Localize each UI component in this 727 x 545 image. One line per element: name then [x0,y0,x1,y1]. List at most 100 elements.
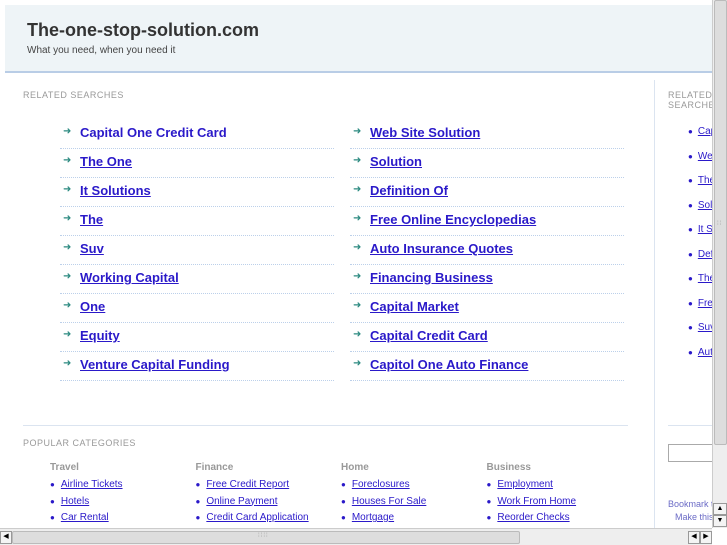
sidebar-item: ● Solution [688,200,712,211]
arrow-icon: ➜ [63,155,72,166]
related-search-link[interactable]: Capital Market [370,299,459,314]
related-search-link[interactable]: Working Capital [80,270,179,285]
arrow-icon: ➜ [353,358,362,369]
bullet-icon: ● [195,496,201,506]
related-search-link[interactable]: One [80,299,105,314]
category-link[interactable]: Foreclosures [352,479,410,490]
related-search-item: ➜ Capitol One Auto Finance [350,352,624,381]
related-search-link[interactable]: Capitol One Auto Finance [370,357,528,372]
related-search-item: ➜ Working Capital [60,265,334,294]
related-search-link[interactable]: Capital Credit Card [370,328,488,343]
sidebar-link[interactable]: Definition Of [698,249,712,260]
related-search-link[interactable]: Definition Of [370,183,448,198]
sidebar-link[interactable]: Capital One Credit Card [698,126,712,137]
bullet-icon: ● [195,480,201,489]
sidebar-search-input[interactable] [668,444,712,462]
category-item: ● Reorder Checks [487,512,627,529]
bullet-icon: ● [341,513,346,522]
bullet-icon: ● [688,200,693,210]
category-link[interactable]: Car Rental [61,512,109,523]
vertical-scroll-thumb[interactable]: ⁞⁞ [714,0,727,445]
sidebar-link[interactable]: The [698,273,712,284]
arrow-icon: ➜ [353,329,362,340]
related-search-item: ➜ The [60,207,334,236]
related-search-link[interactable]: The One [80,154,132,169]
related-search-item: ➜ Auto Insurance Quotes [350,236,624,265]
bullet-icon: ● [688,127,693,136]
sidebar-item: ● Auto Insurance Quotes [688,347,712,358]
category-item: ● Hotels [50,496,190,513]
arrow-icon: ➜ [63,271,72,282]
category-link[interactable]: Work From Home [497,496,576,507]
sidebar-link[interactable]: The One [698,175,712,186]
related-search-link[interactable]: Financing Business [370,270,493,285]
sidebar-item: ● Suv [688,322,712,333]
bullet-icon: ● [341,496,346,506]
related-search-link[interactable]: Suv [80,241,104,256]
category-item: ● Houses For Sale [341,496,481,513]
sidebar-link[interactable]: Solution [698,200,712,211]
category-link[interactable]: Houses For Sale [352,496,426,507]
related-search-link[interactable]: It Solutions [80,183,151,198]
category-link[interactable]: Free Credit Report [206,479,289,490]
sidebar-item: ● The One [688,175,712,186]
category-item: ● Car Rental [50,512,190,529]
horizontal-scrollbar[interactable]: ◀ ⁞⁞⁞⁞ ◀ ▶ [0,528,712,545]
scroll-up-button[interactable]: ▲ [713,503,727,515]
sidebar-link[interactable]: Free Online Encyclopedias [698,298,712,309]
bullet-icon: ● [688,176,693,185]
category-link[interactable]: Mortgage [352,512,394,523]
related-search-item: ➜ Free Online Encyclopedias [350,207,624,236]
category-link[interactable]: Employment [497,479,553,490]
arrow-icon: ➜ [63,126,72,137]
related-search-link[interactable]: The [80,212,103,227]
arrow-icon: ➜ [353,271,362,282]
scroll-left-button[interactable]: ◀ [0,531,12,544]
category-column: Business ● Employment ● Work From Home ● Reord… [487,462,627,529]
sidebar-item: ● Free Online Encyclopedias [688,298,712,309]
category-link[interactable]: Credit Card Application [206,512,308,523]
category-item: ● Free Credit Report [196,479,336,496]
right-sidebar: RELATED SEARCHES ● Capital One Credit Car… [656,80,712,528]
divider [23,425,628,426]
vertical-scrollbar[interactable]: ⁞⁞ ▲ ▼ [712,0,727,528]
related-search-link[interactable]: Capital One Credit Card [80,125,227,140]
category-link[interactable]: Hotels [61,496,89,507]
category-link[interactable]: Airline Tickets [61,479,123,490]
category-item: ● Mortgage [341,512,481,529]
bullet-icon: ● [688,347,693,357]
related-search-link[interactable]: Web Site Solution [370,125,480,140]
sidebar-link[interactable]: Auto Insurance Quotes [698,347,712,358]
related-search-item: ➜ Capital Credit Card [350,323,624,352]
sidebar-link[interactable]: Suv [698,322,712,333]
category-item: ● Employment [487,479,627,496]
bullet-icon: ● [341,480,346,489]
arrow-icon: ➜ [353,155,362,166]
horizontal-scroll-thumb[interactable]: ⁞⁞⁞⁞ [12,531,520,544]
related-search-link[interactable]: Solution [370,154,422,169]
scroll-right-button[interactable]: ▶ [700,531,712,544]
related-search-item: ➜ Financing Business [350,265,624,294]
related-search-link[interactable]: Auto Insurance Quotes [370,241,513,256]
category-link[interactable]: Online Payment [206,496,277,507]
bullet-icon: ● [688,323,693,332]
scroll-down-button[interactable]: ▼ [713,515,727,527]
related-search-item: ➜ Web Site Solution [350,120,624,149]
related-search-item: ➜ Solution [350,149,624,178]
bookmark-link[interactable]: Bookmark this page [668,499,712,509]
category-column: Travel ● Airline Tickets ● Hotels ● Car Rental [50,462,190,529]
arrow-icon: ➜ [63,184,72,195]
bullet-icon: ● [50,513,55,522]
sidebar-link[interactable]: Web Site Solution [698,151,712,162]
main-content: RELATED SEARCHES ➜ Capital One Credit Car… [5,80,655,528]
related-search-link[interactable]: Equity [80,328,120,343]
related-search-link[interactable]: Venture Capital Funding [80,357,230,372]
scroll-left-button-2[interactable]: ◀ [688,531,700,544]
related-search-item: ➜ One [60,294,334,323]
sidebar-link[interactable]: It Solutions [698,224,712,235]
category-heading: Finance [195,462,234,473]
category-link[interactable]: Reorder Checks [497,512,569,523]
category-item: ● Online Payment [196,496,336,513]
homepage-link[interactable]: Make this your homepage [675,512,712,522]
related-search-link[interactable]: Free Online Encyclopedias [370,212,536,227]
